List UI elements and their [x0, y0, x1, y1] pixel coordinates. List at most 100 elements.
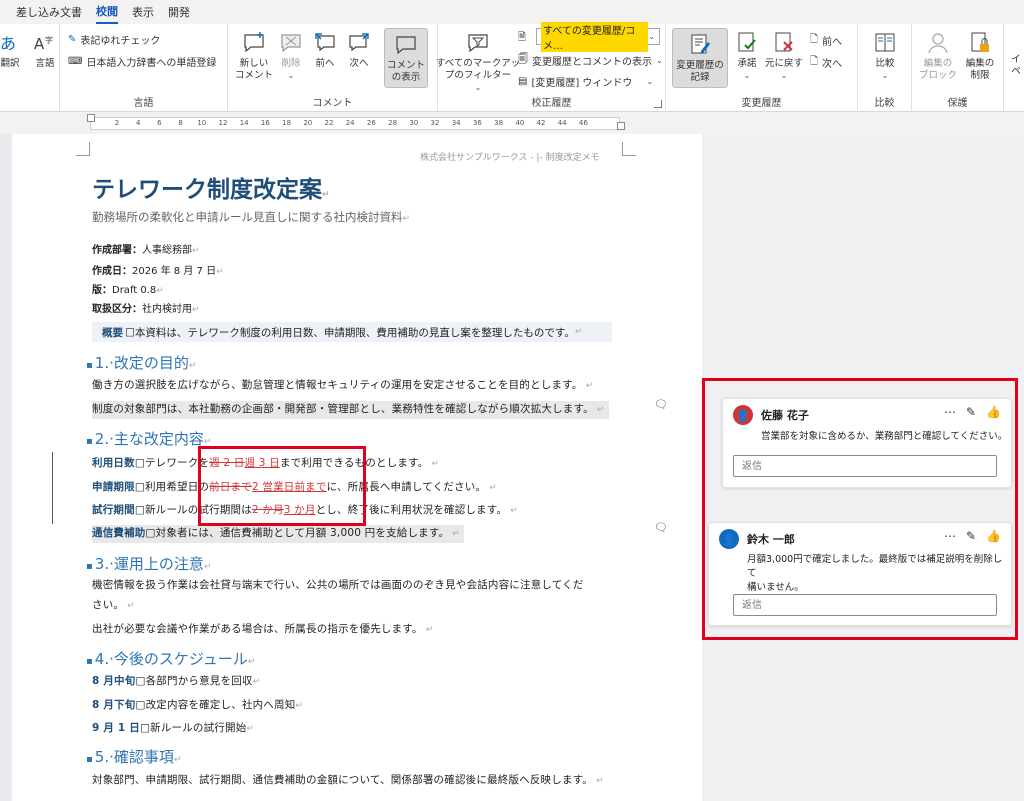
comment-card[interactable]: 👤 佐藤 花子 ⋯ ✎ 👍 営業部を対象に含めるか、業務部門と確認してください。	[722, 398, 1012, 488]
overview-box: 概要 □ 本資料は、テレワーク制度の利用日数、申請期限、費用補助の見直し案を整理した…	[92, 322, 612, 342]
show-markup-button[interactable]: 🗐 変更履歴とコメントの表示 ⌄	[518, 52, 663, 69]
avatar-person-icon: 👤	[719, 529, 739, 549]
tab-mark: □	[139, 722, 151, 734]
tab-view[interactable]: 表示	[132, 1, 154, 23]
right-indent-marker[interactable]	[617, 122, 625, 130]
comment-body: 月額3,000円で確定しました。最終版では補足説明を削除して 構いません。	[747, 553, 1011, 595]
comment-author: 鈴木 一郎	[747, 533, 795, 546]
tab-developer[interactable]: 開発	[168, 1, 190, 23]
keyboard-icon: ⌨	[68, 56, 83, 67]
commented-paragraph[interactable]: 通信費補助□対象者には、通信費補助として月額 3,000 円を支給します。 ↵	[92, 525, 465, 543]
paragraph-mark: ↵	[124, 601, 135, 611]
new-comment-button[interactable]: 新しい コメント	[234, 30, 274, 82]
meta-label: 作成部署：	[92, 245, 142, 256]
tab-mailings[interactable]: 差し込み文書	[16, 1, 82, 23]
horizontal-ruler: 2 4 6 8 10 12 14 16 18 20 22 24 26 28 30 32 34 36 38 40 42 44…	[0, 112, 1024, 134]
ruler-tick-label: 30	[409, 119, 419, 127]
comment-anchor-icon[interactable]: 🗨	[654, 398, 668, 411]
item-text: 改定内容を確定し、社内へ周知	[145, 699, 296, 711]
more-options-icon[interactable]: ⋯	[944, 405, 956, 419]
comment-toolbar: ⋯ ✎ 👍	[944, 405, 1001, 419]
comment-anchor-icon[interactable]: 🗨	[654, 521, 668, 534]
section-heading: ▪ 1.·改定の目的↵	[86, 352, 196, 373]
item-label: 利用日数	[92, 457, 135, 469]
meta-label: 作成日：	[92, 266, 132, 277]
paragraph-text: 働き方の選択肢を広げながら、勤怠管理と情報セキュリティの運用を安定させることを目…	[92, 379, 583, 391]
ruler-tick-label: 46	[578, 119, 588, 127]
paragraph-mark: ↵	[507, 506, 518, 516]
ruler-tick-label: 12	[218, 119, 228, 127]
ink-label: イ ペ	[1011, 54, 1021, 77]
tab-review[interactable]: 校閲	[96, 0, 118, 24]
like-icon[interactable]: 👍	[986, 529, 1001, 543]
item-text: 対象者には、通信費補助として月額 3,000 円を支給します。	[155, 527, 450, 539]
first-line-indent-marker[interactable]	[87, 114, 95, 122]
change-bar	[52, 452, 53, 524]
paragraph-mark: ↵	[192, 305, 200, 315]
reply-input[interactable]	[733, 594, 997, 616]
more-options-icon[interactable]: ⋯	[944, 529, 956, 543]
comment-card[interactable]: 👤 鈴木 一郎 ⋯ ✎ 👍 月額3,000円で確定しました。最終版では補足説明を…	[708, 522, 1012, 626]
meta-date: 作成日：2026 年 8 月 7 日↵	[92, 262, 224, 277]
ruler-track[interactable]: 2 4 6 8 10 12 14 16 18 20 22 24 26 28 30 32 34 36 38 40 42 44…	[90, 117, 620, 130]
crop-mark	[76, 142, 90, 156]
edit-pencil-icon[interactable]: ✎	[966, 529, 976, 543]
accept-button[interactable]: 承諾 ⌄	[732, 30, 762, 82]
title-text: テレワーク制度改定案	[92, 177, 322, 203]
block-authors-button[interactable]: 編集の ブロック	[918, 30, 958, 82]
item-label: 申請期限	[92, 481, 135, 493]
next-change-button[interactable]: 🗋 次へ	[810, 54, 842, 71]
paragraph-text: 機密情報を扱う作業は会社貸与端末で行い、公共の場所では画面ののぞき見や会話内容に…	[92, 579, 584, 591]
add-dictionary-button[interactable]: ⌨ 日本語入力辞書への単語登録	[68, 54, 216, 69]
delete-comment-icon	[277, 30, 305, 56]
dictionary-label: 日本語入力辞書への単語登録	[86, 58, 217, 69]
previous-comment-icon	[311, 30, 339, 56]
item-label: 試行期間	[92, 504, 135, 516]
language-button[interactable]: A字 言語	[30, 30, 60, 70]
show-comments-button[interactable]: コメント の表示	[384, 28, 428, 88]
markup-display-dropdown[interactable]: 🗎	[518, 30, 526, 47]
meta-value: 社内検討用	[142, 304, 192, 315]
spelling-consistency-button[interactable]: ✎ 表記ゆれチェック	[68, 32, 160, 47]
next-comment-button[interactable]: 次へ	[344, 30, 374, 70]
like-icon[interactable]: 👍	[986, 405, 1001, 419]
ink-button-partial[interactable]: イ ペ	[1008, 54, 1024, 78]
heading-bullet: ▪	[86, 561, 93, 572]
restrict-editing-button[interactable]: 編集の 制限	[960, 30, 1000, 82]
tracking-dialog-launcher[interactable]	[654, 100, 662, 108]
previous-change-button[interactable]: 🗋 前へ	[810, 32, 842, 49]
group-changes: 変更履歴の 記録 承諾 ⌄ 元に戻す ⌄ 🗋 前へ 🗋 次へ 変更履歴	[666, 24, 858, 112]
reject-button[interactable]: 元に戻す ⌄	[764, 30, 804, 82]
commented-paragraph[interactable]: 制度の対象部門は、本社勤務の企画部・開発部・管理部とし、業務特性を確認しながら順…	[92, 401, 609, 419]
previous-comment-button[interactable]: 前へ	[310, 30, 340, 70]
reply-input[interactable]	[733, 455, 997, 477]
item-text: 新ルールの試行開始	[150, 722, 247, 734]
meta-department: 作成部署：人事総務部↵	[92, 241, 200, 256]
schedule-item: 8 月下旬□改定内容を確定し、社内へ周知↵	[92, 697, 303, 712]
edit-pencil-icon[interactable]: ✎	[966, 405, 976, 419]
paragraph-mark: ↵	[216, 267, 224, 277]
compare-button[interactable]: 比較 ⌄	[870, 30, 900, 82]
chevron-down-icon: ⌄	[474, 83, 482, 92]
delete-comment-button[interactable]: 削除 ⌄	[276, 30, 306, 82]
markup-filter-button[interactable]: すべてのマークアッ プのフィルター ⌄	[436, 30, 520, 94]
meta-version: 版：Draft 0.8↵	[92, 281, 164, 296]
meta-value: 人事総務部	[142, 245, 192, 256]
paragraph-mark: ↵	[156, 286, 164, 296]
delete-label: 削除	[281, 58, 301, 69]
tracking-group-label: 校正履歴	[531, 98, 572, 109]
show-comments-icon	[392, 32, 420, 58]
comment-body-line: 構いません。	[747, 582, 804, 593]
reviewing-pane-icon: ▤	[518, 76, 528, 87]
comment-body-line: 月額3,000円で確定しました。最終版では補足説明を削除して	[747, 554, 1003, 579]
paragraph-mark: ↵	[449, 529, 461, 539]
heading-bullet: ▪	[86, 656, 93, 667]
lock-document-icon	[966, 30, 994, 56]
translate-button[interactable]: あ 翻訳	[0, 30, 24, 70]
track-changes-button[interactable]: 変更履歴の 記録	[672, 28, 728, 88]
document-subtitle: 勤務場所の柔軟化と申請ルール見直しに関する社内検討資料↵	[92, 209, 410, 225]
markup-display-select[interactable]: すべての変更履歴/コメ… ⌄	[536, 21, 660, 52]
subtitle-text: 勤務場所の柔軟化と申請ルール見直しに関する社内検討資料	[92, 210, 403, 224]
reviewing-pane-button[interactable]: ▤ [変更履歴] ウィンドウ ⌄	[518, 74, 653, 89]
block-authors-label: 編集の ブロック	[918, 58, 957, 81]
